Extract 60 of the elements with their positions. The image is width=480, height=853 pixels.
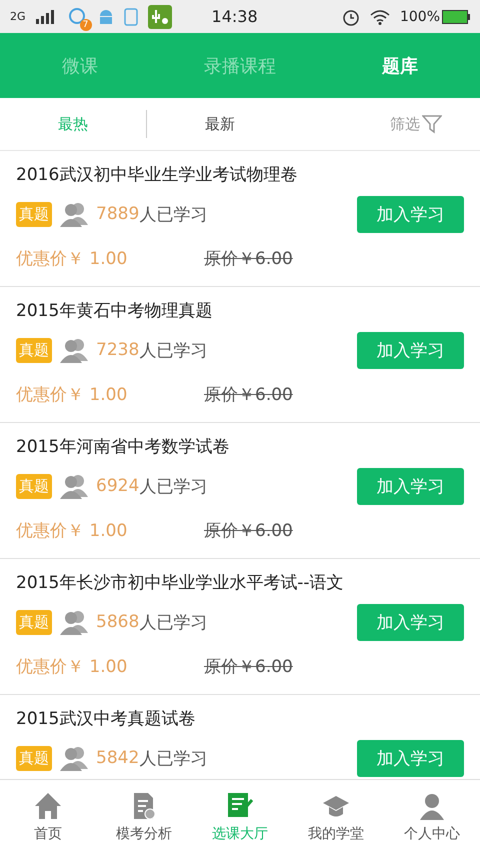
filter-icon[interactable] [422,114,442,134]
alarm-icon [342,8,360,26]
nav-tab[interactable]: 首页 [0,780,96,853]
learner-count: 5868 [96,612,140,632]
usb-icon [148,4,172,28]
home-icon [33,790,63,820]
original-price: 原价￥6.00 [204,656,293,678]
join-button[interactable]: 加入学习 [357,604,464,640]
top-tab[interactable]: 录播课程 [160,33,320,98]
nav-tab[interactable]: 我的学堂 [288,780,384,853]
learner-label: 人已学习 [139,340,208,362]
learner-label: 人已学习 [139,204,208,226]
sort-tab[interactable]: 最新 [147,114,293,134]
people-icon [60,337,88,363]
join-button[interactable]: 加入学习 [357,332,464,368]
wifi-icon [370,8,390,24]
people-icon [60,201,88,227]
join-button[interactable]: 加入学习 [357,468,464,504]
learner-count: 6924 [96,476,140,496]
join-button[interactable]: 加入学习 [357,740,464,776]
top-tab[interactable]: 题库 [320,33,480,98]
tag-label: 真题 [16,202,52,226]
tag-label: 真题 [16,338,52,362]
filter-button[interactable]: 筛选 [390,114,420,134]
tag-label: 真题 [16,474,52,498]
item-title: 2015武汉中考真题试卷 [16,708,196,731]
original-price: 原价￥6.00 [204,248,293,270]
sort-tab[interactable]: 最热 [0,114,146,134]
item-title: 2015年长沙市初中毕业学业水平考试--语文 [16,572,345,595]
discount-price: 优惠价￥ 1.00 [16,656,128,678]
original-price: 原价￥6.00 [204,520,293,542]
people-icon [60,745,88,771]
network-label: 2G [10,10,26,23]
tag-label: 真题 [16,610,52,634]
learner-label: 人已学习 [139,748,208,770]
item-title: 2015年黄石中考物理真题 [16,300,214,323]
learner-label: 人已学习 [139,476,208,498]
discount-price: 优惠价￥ 1.00 [16,384,128,406]
learner-count: 5842 [96,748,140,768]
learner-label: 人已学习 [139,612,208,634]
battery-icon [442,10,470,24]
nav-tab[interactable]: 模考分析 [96,780,192,853]
tag-label: 真题 [16,746,52,770]
item-title: 2015年河南省中考数学试卷 [16,436,230,459]
notification-badge: 7 [80,18,92,30]
battery-percent: 100% [400,8,440,24]
top-tab[interactable]: 微课 [0,33,160,98]
learner-count: 7238 [96,340,140,360]
discount-price: 优惠价￥ 1.00 [16,520,128,542]
phone-icon [124,8,138,26]
clock-time: 14:38 [212,7,258,26]
discount-price: 优惠价￥ 1.00 [16,248,128,270]
item-title: 2016武汉初中毕业生学业考试物理卷 [16,164,298,187]
people-icon [60,473,88,499]
nav-tab[interactable]: 选课大厅 [192,780,288,853]
join-button[interactable]: 加入学习 [357,196,464,232]
original-price: 原价￥6.00 [204,384,293,406]
learner-count: 7889 [96,204,140,224]
people-icon [60,609,88,635]
nav-tab[interactable]: 个人中心 [384,780,480,853]
